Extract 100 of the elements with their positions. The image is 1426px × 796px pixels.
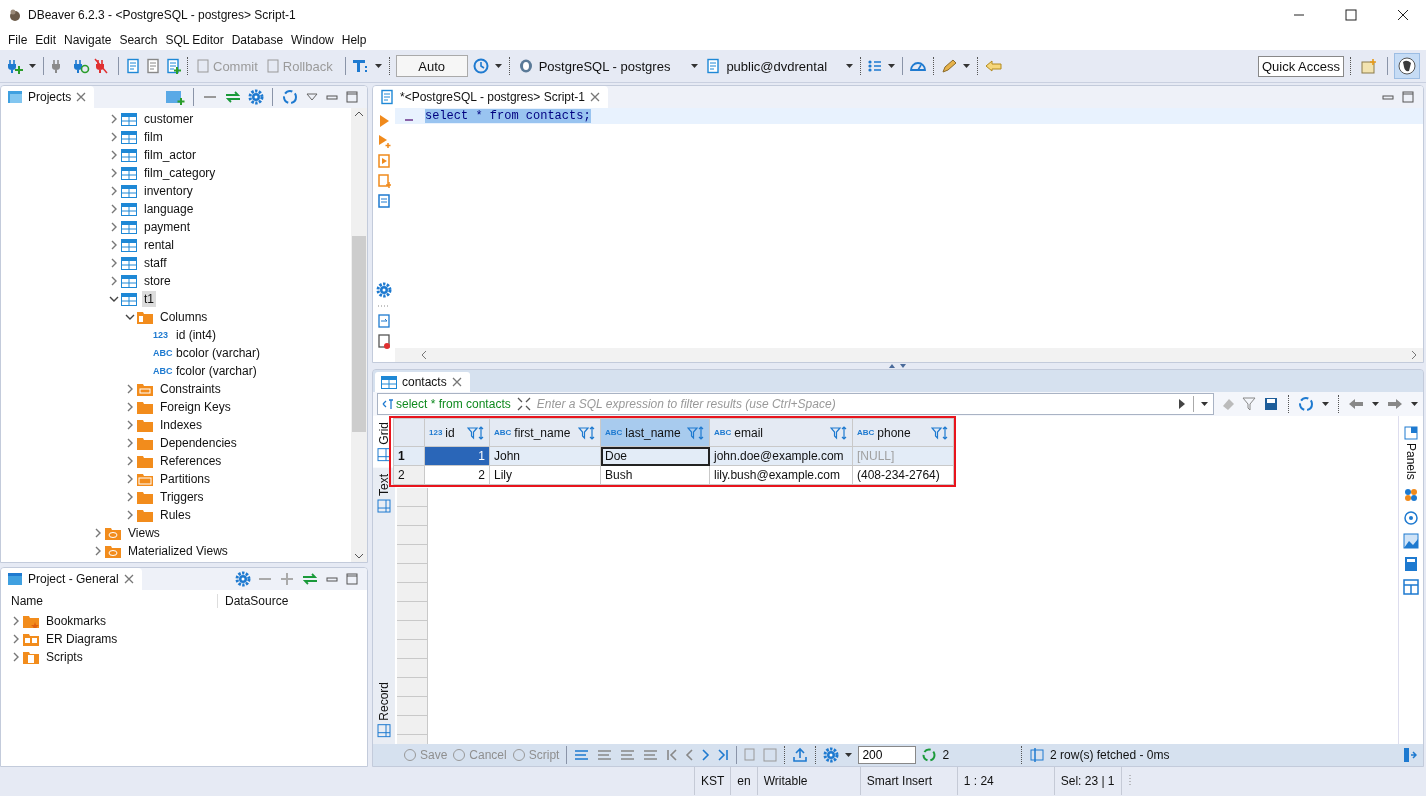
tree-item[interactable]: Dependencies [158, 435, 239, 451]
toggle-panels-icon[interactable] [1403, 747, 1417, 763]
tree-item[interactable]: Rules [158, 507, 193, 523]
chevron-right-icon[interactable] [125, 509, 135, 521]
filter-sort-icon[interactable] [931, 425, 949, 440]
new-project-icon[interactable] [165, 89, 185, 105]
chevron-right-icon[interactable] [109, 113, 119, 125]
menu-item[interactable]: Edit [31, 33, 61, 47]
back-icon[interactable] [1347, 396, 1365, 412]
metadata-icon[interactable] [1403, 509, 1419, 526]
settings-icon[interactable] [376, 282, 392, 298]
table-cell[interactable]: Lily [489, 465, 601, 485]
tree-item[interactable]: bcolor (varchar) [174, 345, 263, 361]
tree-item[interactable]: t1 [142, 291, 156, 307]
tree-item[interactable]: staff [142, 255, 169, 271]
settings-icon[interactable] [248, 89, 264, 105]
table-cell[interactable]: (408-234-2764) [852, 465, 954, 485]
perspective-icon[interactable] [1398, 57, 1416, 75]
load-script-icon[interactable] [377, 314, 391, 328]
schema-selector[interactable]: public@dvdrental [703, 58, 830, 74]
chevron-right-icon[interactable] [125, 491, 135, 503]
scrollbar[interactable] [351, 108, 367, 562]
apply-filter-icon[interactable] [1177, 398, 1187, 410]
chevron-right-icon[interactable] [125, 455, 135, 467]
tree-item[interactable]: Partitions [158, 471, 213, 487]
tree-item[interactable]: Foreign Keys [158, 399, 233, 415]
menu-item[interactable]: Database [227, 33, 288, 47]
column-header[interactable]: 123 id [424, 418, 490, 447]
column-header[interactable]: ABC phone [852, 418, 954, 447]
chevron-right-icon[interactable] [109, 257, 119, 269]
forward-icon[interactable] [1386, 396, 1404, 412]
results-tab[interactable]: contacts [375, 372, 470, 392]
new-connection-icon[interactable] [6, 58, 24, 74]
tree-item[interactable]: Scripts [44, 649, 85, 665]
maximize-icon[interactable] [1401, 90, 1415, 104]
panel-tab[interactable]: Projects [1, 86, 95, 108]
tree-item[interactable]: Triggers [158, 489, 206, 505]
execute-script-new-tab-icon[interactable] [377, 174, 391, 188]
query-link[interactable]: select * from contacts [382, 397, 511, 411]
tree-item[interactable]: payment [142, 219, 193, 235]
table-cell[interactable]: Bush [600, 465, 710, 485]
tree-item[interactable]: Materialized Views [126, 543, 230, 559]
filter-sort-icon[interactable] [578, 425, 596, 440]
filter-field[interactable]: select * from contacts Enter a SQL expression to filter results (use Ctrl+Space) [377, 393, 1214, 415]
panels-tab[interactable]: Panels [1404, 426, 1418, 480]
tree-item[interactable]: film_actor [142, 147, 198, 163]
chevron-right-icon[interactable] [93, 545, 103, 557]
format-icon[interactable] [351, 58, 370, 74]
chevron-right-icon[interactable] [109, 131, 119, 143]
tree-item[interactable]: Constraints [158, 381, 223, 397]
tree-item[interactable]: id (int4) [174, 327, 218, 343]
chevron-right-icon[interactable] [125, 383, 135, 395]
chevron-right-icon[interactable] [11, 633, 21, 645]
tree-item[interactable]: Indexes [158, 417, 205, 433]
transaction-mode-icon[interactable] [125, 58, 141, 74]
history-icon[interactable] [471, 57, 490, 75]
menu-item[interactable]: Window [287, 33, 338, 47]
filter-icon[interactable] [1242, 396, 1258, 412]
chevron-right-icon[interactable] [11, 651, 21, 663]
export-icon[interactable] [792, 747, 809, 763]
chevron-right-icon[interactable] [125, 473, 135, 485]
aggregate-icon[interactable] [1403, 486, 1419, 503]
tree-item[interactable]: References [158, 453, 224, 469]
scroll-left-icon[interactable] [419, 350, 429, 360]
link-editor-icon[interactable] [224, 89, 242, 105]
maximize-icon[interactable] [1345, 9, 1357, 21]
add-icon[interactable] [279, 571, 295, 587]
chevron-right-icon[interactable] [109, 149, 119, 161]
transaction-log-icon[interactable] [145, 58, 161, 74]
chevron-right-icon[interactable] [109, 239, 119, 251]
view-tab[interactable]: Record [373, 676, 395, 744]
menu-item[interactable]: File [4, 33, 32, 47]
chevron-right-icon[interactable] [125, 437, 135, 449]
last-page-icon[interactable] [717, 748, 730, 762]
close-icon[interactable] [1397, 9, 1409, 21]
chevron-right-icon[interactable] [109, 275, 119, 287]
pending-transactions-icon[interactable] [165, 58, 181, 74]
tree-item[interactable]: Views [126, 525, 162, 541]
menu-item[interactable]: Navigate [60, 33, 116, 47]
column-header[interactable]: Name [11, 594, 43, 608]
panel-tab[interactable]: Project - General [1, 568, 142, 590]
quick-access-field[interactable]: Quick Access [1257, 55, 1344, 77]
expand-icon[interactable] [516, 397, 531, 411]
scrollbar[interactable] [395, 348, 1423, 362]
table-cell[interactable]: 2 [424, 465, 490, 485]
tree-item[interactable]: film_category [142, 165, 218, 181]
reconnect-icon[interactable] [72, 58, 90, 74]
maximize-icon[interactable] [345, 572, 359, 586]
commit-mode-button[interactable]: Auto [395, 55, 468, 77]
menu-item[interactable]: Search [115, 33, 162, 47]
schema-icon[interactable] [705, 58, 722, 74]
calculator-icon[interactable] [1403, 555, 1419, 572]
pen-icon[interactable] [940, 58, 959, 74]
editor-tab[interactable]: *<PostgreSQL - postgres> Script-1 [373, 86, 608, 108]
tree-item[interactable]: store [142, 273, 173, 289]
list-icon[interactable] [867, 58, 884, 74]
column-header[interactable]: DataSource [218, 594, 289, 608]
splitter-arrows-icon[interactable] [887, 363, 909, 369]
sync-icon[interactable] [281, 88, 299, 106]
tree-item[interactable]: Columns [158, 309, 210, 325]
